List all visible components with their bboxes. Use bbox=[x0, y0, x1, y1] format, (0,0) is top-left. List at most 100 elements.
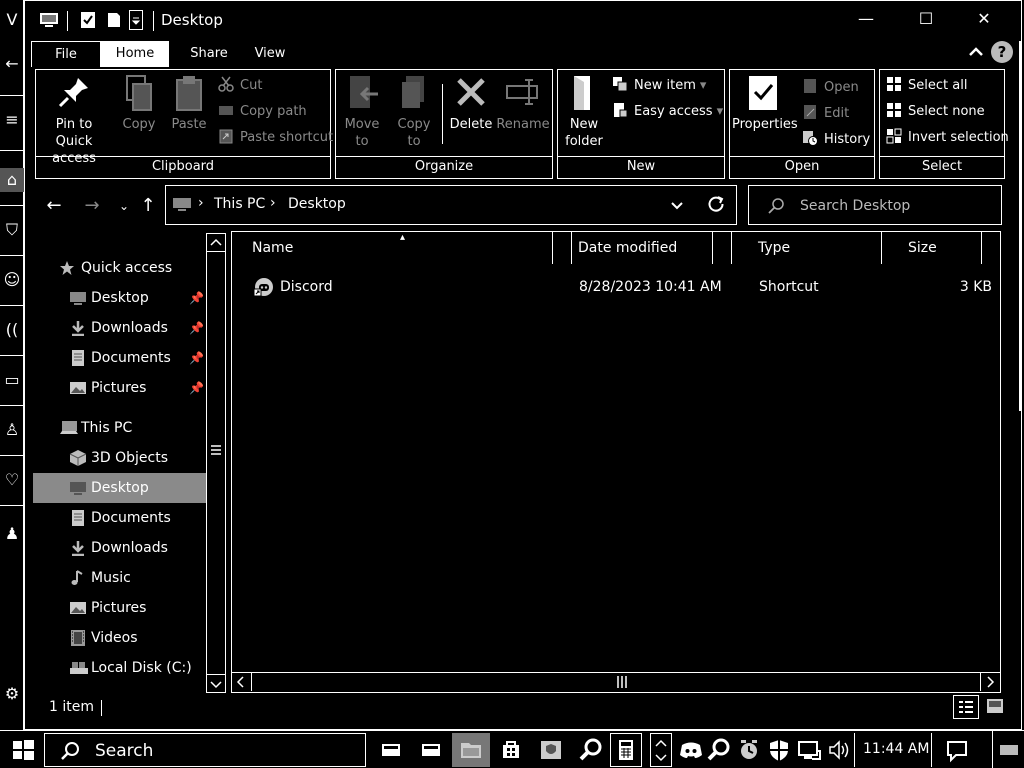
paste-button[interactable]: Paste bbox=[164, 74, 214, 133]
nav-pc-music[interactable]: Music bbox=[33, 563, 206, 593]
task-view-icon[interactable] bbox=[376, 735, 406, 765]
refresh-icon[interactable] bbox=[706, 194, 726, 214]
discord-tray-icon[interactable] bbox=[676, 735, 706, 765]
shield-icon[interactable]: ⛉ bbox=[0, 218, 24, 242]
tab-home[interactable]: Home bbox=[101, 41, 169, 67]
properties-quick-icon[interactable] bbox=[79, 11, 97, 29]
new-item-button[interactable]: New item ▾ bbox=[612, 76, 706, 96]
explorer-app-icon[interactable] bbox=[39, 11, 58, 29]
column-header-date-modified[interactable]: Date modified bbox=[572, 232, 732, 264]
alarm-clock-icon[interactable] bbox=[734, 735, 764, 765]
nav-qa-pictures[interactable]: Pictures 📌 bbox=[33, 373, 206, 403]
nav-pc-local-disk[interactable]: Local Disk (C:) bbox=[33, 653, 206, 683]
tab-file[interactable]: File bbox=[31, 41, 101, 67]
volume-icon[interactable] bbox=[824, 735, 854, 765]
nav-pc-pictures[interactable]: Pictures bbox=[33, 593, 206, 623]
new-folder-quick-icon[interactable] bbox=[105, 11, 123, 29]
device-icon[interactable]: ♙ bbox=[0, 418, 24, 442]
copy-button[interactable]: Copy bbox=[114, 74, 164, 133]
large-icons-view-icon[interactable] bbox=[983, 695, 1009, 719]
new-folder-button[interactable]: New folder bbox=[560, 74, 608, 150]
close-button[interactable]: ✕ bbox=[955, 5, 1013, 35]
window-icon[interactable]: ▭ bbox=[0, 368, 24, 392]
breadcrumb-this-pc[interactable]: This PC bbox=[214, 196, 265, 212]
delete-button[interactable]: Delete bbox=[446, 74, 496, 133]
menu-icon[interactable]: ≡ bbox=[0, 108, 24, 132]
wireless-icon[interactable]: (( bbox=[0, 318, 24, 342]
column-header-size[interactable]: Size bbox=[882, 232, 982, 264]
horizontal-scrollbar[interactable] bbox=[232, 672, 1000, 692]
search-box[interactable]: Search Desktop bbox=[748, 185, 1002, 225]
taskbar-search-box[interactable]: Search bbox=[44, 733, 366, 767]
scroll-left-chevron-icon[interactable] bbox=[232, 673, 252, 691]
rename-button[interactable]: Rename bbox=[496, 74, 550, 133]
table-row[interactable]: Discord 8/28/2023 10:41 AM Shortcut 3 KB bbox=[232, 272, 1000, 302]
select-all-button[interactable]: Select all bbox=[886, 76, 967, 96]
help-icon[interactable]: ? bbox=[991, 41, 1013, 63]
history-button[interactable]: History bbox=[802, 130, 870, 150]
address-bar[interactable]: › This PC › Desktop bbox=[165, 185, 737, 225]
show-desktop-icon[interactable] bbox=[998, 735, 1020, 765]
heart-icon[interactable]: ♡ bbox=[0, 468, 24, 492]
scroll-grip-icon[interactable] bbox=[616, 676, 628, 688]
address-dropdown-chevron-icon[interactable] bbox=[668, 196, 686, 214]
calculator-icon[interactable] bbox=[610, 733, 642, 767]
pin-to-quick-access-button[interactable]: Pin to Quick access bbox=[38, 74, 110, 167]
taskbar-clock[interactable]: 11:44 AM bbox=[854, 733, 932, 767]
copy-to-button[interactable]: Copy to bbox=[390, 74, 438, 150]
recent-locations-chevron-icon[interactable]: ⌄ bbox=[113, 195, 135, 217]
magnifier-tray-icon[interactable] bbox=[704, 735, 734, 765]
nav-qa-desktop[interactable]: Desktop 📌 bbox=[33, 283, 206, 313]
cut-button[interactable]: Cut bbox=[218, 76, 262, 96]
copy-path-button[interactable]: Copy path bbox=[218, 102, 307, 122]
back-arrow-icon[interactable]: ← bbox=[43, 195, 65, 217]
move-to-button[interactable]: Move to bbox=[338, 74, 386, 150]
scroll-down-chevron-icon[interactable] bbox=[207, 674, 225, 692]
windows-security-shield-icon[interactable] bbox=[764, 735, 794, 765]
tab-share[interactable]: Share bbox=[179, 41, 239, 67]
invert-selection-button[interactable]: Invert selection bbox=[886, 128, 1009, 148]
tray-overflow-chevron-icon[interactable] bbox=[650, 733, 672, 767]
tab-view[interactable]: View bbox=[245, 41, 295, 67]
nav-pc-desktop[interactable]: Desktop bbox=[33, 473, 206, 503]
column-header-name[interactable]: Name ▴ bbox=[232, 232, 572, 264]
collapse-ribbon-chevron-icon[interactable] bbox=[967, 43, 987, 63]
back-arrow-icon[interactable]: ← bbox=[0, 52, 24, 76]
maximize-button[interactable]: ☐ bbox=[897, 5, 955, 35]
easy-access-button[interactable]: Easy access ▾ bbox=[612, 102, 723, 122]
nav-qa-downloads[interactable]: Downloads 📌 bbox=[33, 313, 206, 343]
customize-quick-access-chevron-icon[interactable] bbox=[129, 10, 143, 30]
person-icon[interactable]: ☺ bbox=[0, 268, 24, 292]
scroll-right-chevron-icon[interactable] bbox=[980, 673, 1000, 691]
home-icon[interactable]: ⌂ bbox=[0, 168, 24, 192]
store-icon[interactable] bbox=[496, 735, 526, 765]
widgets-icon[interactable] bbox=[416, 735, 446, 765]
nav-this-pc[interactable]: This PC bbox=[59, 413, 199, 443]
notifications-icon[interactable] bbox=[942, 735, 972, 765]
open-button[interactable]: Open bbox=[802, 78, 859, 98]
family-icon[interactable]: ♟ bbox=[0, 522, 24, 546]
nav-quick-access[interactable]: Quick access bbox=[59, 253, 199, 283]
settings-gear-icon[interactable]: ⚙ bbox=[0, 682, 24, 706]
properties-button[interactable]: Properties bbox=[732, 74, 798, 133]
start-windows-icon[interactable] bbox=[8, 735, 38, 765]
edit-button[interactable]: Edit bbox=[802, 104, 849, 124]
network-icon[interactable] bbox=[794, 735, 824, 765]
magnifier-icon[interactable] bbox=[576, 735, 606, 765]
forward-arrow-icon[interactable]: → bbox=[81, 195, 103, 217]
paste-shortcut-button[interactable]: Paste shortcut bbox=[218, 128, 333, 148]
file-explorer-taskbar-icon[interactable] bbox=[452, 733, 490, 767]
nav-qa-documents[interactable]: Documents 📌 bbox=[33, 343, 206, 373]
nav-pc-documents[interactable]: Documents bbox=[33, 503, 206, 533]
navigation-pane-scrollbar[interactable] bbox=[206, 233, 226, 693]
nav-pc-videos[interactable]: Videos bbox=[33, 623, 206, 653]
minimize-button[interactable]: — bbox=[837, 5, 895, 35]
column-header-type[interactable]: Type bbox=[732, 232, 882, 264]
security-app-icon[interactable] bbox=[536, 735, 566, 765]
breadcrumb-desktop[interactable]: Desktop bbox=[288, 196, 346, 212]
nav-pc-3d-objects[interactable]: 3D Objects bbox=[33, 443, 206, 473]
scroll-up-chevron-icon[interactable] bbox=[207, 234, 225, 252]
details-view-icon[interactable] bbox=[953, 695, 979, 719]
select-none-button[interactable]: Select none bbox=[886, 102, 985, 122]
up-arrow-icon[interactable]: ↑ bbox=[137, 195, 159, 217]
